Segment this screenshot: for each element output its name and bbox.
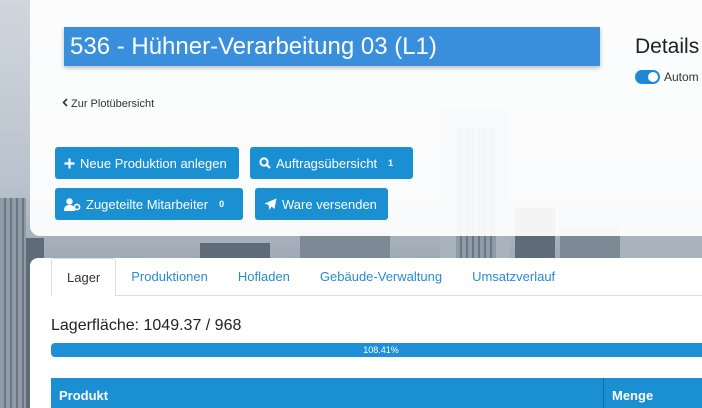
column-header-quantity[interactable]: Menge [604, 378, 653, 408]
chevron-left-icon [62, 98, 68, 110]
auto-toggle-label: Autom [664, 70, 699, 84]
order-overview-label: Auftragsübersicht [276, 155, 378, 171]
new-production-button[interactable]: Neue Produktion anlegen [55, 147, 239, 179]
ship-goods-label: Ware versenden [282, 196, 377, 212]
tab-lager[interactable]: Lager [51, 258, 117, 297]
tab-hofladen[interactable]: Hofladen [223, 258, 305, 296]
tab-gebaeude-verwaltung[interactable]: Gebäude-Verwaltung [305, 258, 457, 296]
user-cog-icon [64, 197, 81, 211]
auto-toggle-row: Autom [635, 70, 699, 84]
order-count-badge: 1 [388, 158, 394, 168]
new-production-label: Neue Produktion anlegen [80, 155, 227, 171]
order-overview-button[interactable]: Auftragsübersicht 1 [250, 147, 413, 179]
staff-count-badge: 0 [219, 199, 225, 209]
auto-toggle-switch[interactable] [635, 70, 660, 84]
storage-table-header: Produkt Menge [51, 378, 702, 408]
back-to-plot-overview-link[interactable]: Zur Plotübersicht [62, 98, 154, 110]
storage-progress-fill: 108.41% [51, 343, 702, 357]
assigned-staff-button[interactable]: Zugeteilte Mitarbeiter 0 [55, 188, 243, 220]
column-header-product[interactable]: Produkt [51, 378, 604, 408]
assigned-staff-label: Zugeteilte Mitarbeiter [86, 196, 209, 212]
details-title: Details [635, 35, 700, 58]
back-link-label: Zur Plotübersicht [71, 98, 155, 110]
storage-capacity-label: Lagerfläche: 1049.37 / 968 [51, 317, 242, 334]
plot-title[interactable]: 536 - Hühner-Verarbeitung 03 (L1) [64, 27, 600, 66]
tab-produktionen[interactable]: Produktionen [116, 258, 223, 296]
storage-progress-bar: 108.41% [51, 343, 702, 357]
paper-plane-icon [264, 198, 277, 211]
plus-icon [64, 158, 75, 169]
search-icon [259, 157, 271, 169]
ship-goods-button[interactable]: Ware versenden [255, 188, 388, 220]
tab-umsatzverlauf[interactable]: Umsatzverlauf [457, 258, 570, 296]
tab-bar: Lager Produktionen Hofladen Gebäude-Verw… [51, 258, 702, 297]
